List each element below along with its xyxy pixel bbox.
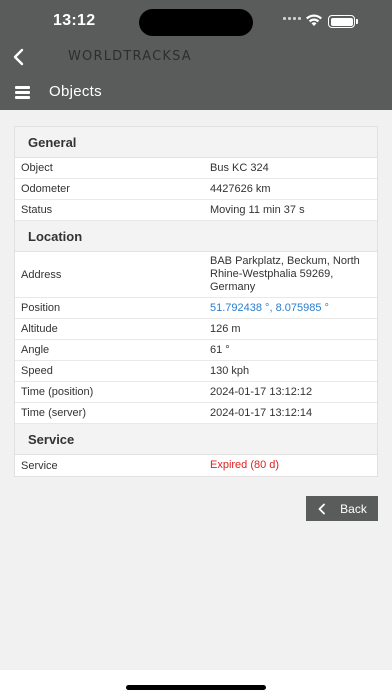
section-service-header: Service <box>15 424 377 455</box>
row-status: Status Moving 11 min 37 s <box>15 200 377 221</box>
row-value: 61 ° <box>210 343 230 356</box>
row-key: Time (position) <box>21 386 94 398</box>
row-address: Address BAB Parkplatz, Beckum, North Rhi… <box>15 252 377 298</box>
row-key: Service <box>21 459 58 472</box>
service-status-value: Expired (80 d) <box>210 459 280 471</box>
row-value: Bus KC 324 <box>210 161 269 174</box>
row-time-server: Time (server) 2024-01-17 13:12:14 <box>15 403 377 424</box>
row-key: Position <box>21 302 61 314</box>
chevron-left-icon <box>318 503 326 514</box>
dynamic-island <box>139 9 253 36</box>
section-general-header: General <box>15 127 377 158</box>
home-indicator[interactable] <box>126 685 266 690</box>
page-title: Objects <box>49 83 102 100</box>
section-location-header: Location <box>15 221 377 252</box>
row-value: 130 kph <box>210 364 250 377</box>
row-key: Address <box>21 268 62 281</box>
row-value: 2024-01-17 13:12:12 <box>210 385 313 398</box>
wifi-icon <box>306 14 322 26</box>
row-angle: Angle 61 ° <box>15 340 377 361</box>
row-object: Object Bus KC 324 <box>15 158 377 179</box>
row-key: Object <box>21 162 53 174</box>
row-value: BAB Parkplatz, Beckum, North Rhine-Westp… <box>210 255 360 293</box>
row-value: 4427626 km <box>210 182 271 195</box>
row-key: Altitude <box>21 323 58 335</box>
battery-tip <box>356 19 358 24</box>
row-altitude: Altitude 126 m <box>15 319 377 340</box>
status-time: 13:12 <box>53 12 96 29</box>
row-speed: Speed 130 kph <box>15 361 377 382</box>
row-odometer: Odometer 4427626 km <box>15 179 377 200</box>
back-button-label: Back <box>340 501 367 516</box>
back-button[interactable]: Back <box>306 496 378 521</box>
hamburger-menu-icon[interactable] <box>15 86 30 99</box>
signal-icon <box>283 17 301 20</box>
row-position: Position 51.792438 °, 8.075985 ° <box>15 298 377 319</box>
content-area: General Object Bus KC 324 Odometer 44276… <box>0 110 392 670</box>
status-bar: 13:12 <box>0 0 392 44</box>
row-key: Time (server) <box>21 407 86 419</box>
row-value: Moving 11 min 37 s <box>210 203 305 216</box>
row-key: Angle <box>21 344 50 356</box>
row-key: Status <box>21 204 53 216</box>
app-logo: WORLDTRACKSA <box>68 49 192 64</box>
back-chevron-icon[interactable] <box>11 47 27 67</box>
position-link[interactable]: 51.792438 °, 8.075985 ° <box>203 299 377 318</box>
object-details-table: General Object Bus KC 324 Odometer 44276… <box>14 126 378 477</box>
app-header: WORLDTRACKSA <box>0 40 392 74</box>
row-key: Odometer <box>21 183 70 195</box>
row-value: 2024-01-17 13:12:14 <box>210 406 313 419</box>
row-service: Service Expired (80 d) <box>15 455 377 476</box>
row-time-position: Time (position) 2024-01-17 13:12:12 <box>15 382 377 403</box>
row-value: 126 m <box>210 322 241 335</box>
bottom-safe-area <box>0 670 392 696</box>
battery-icon <box>328 15 355 28</box>
nav-bar: Objects <box>0 74 392 110</box>
row-key: Speed <box>21 365 53 377</box>
